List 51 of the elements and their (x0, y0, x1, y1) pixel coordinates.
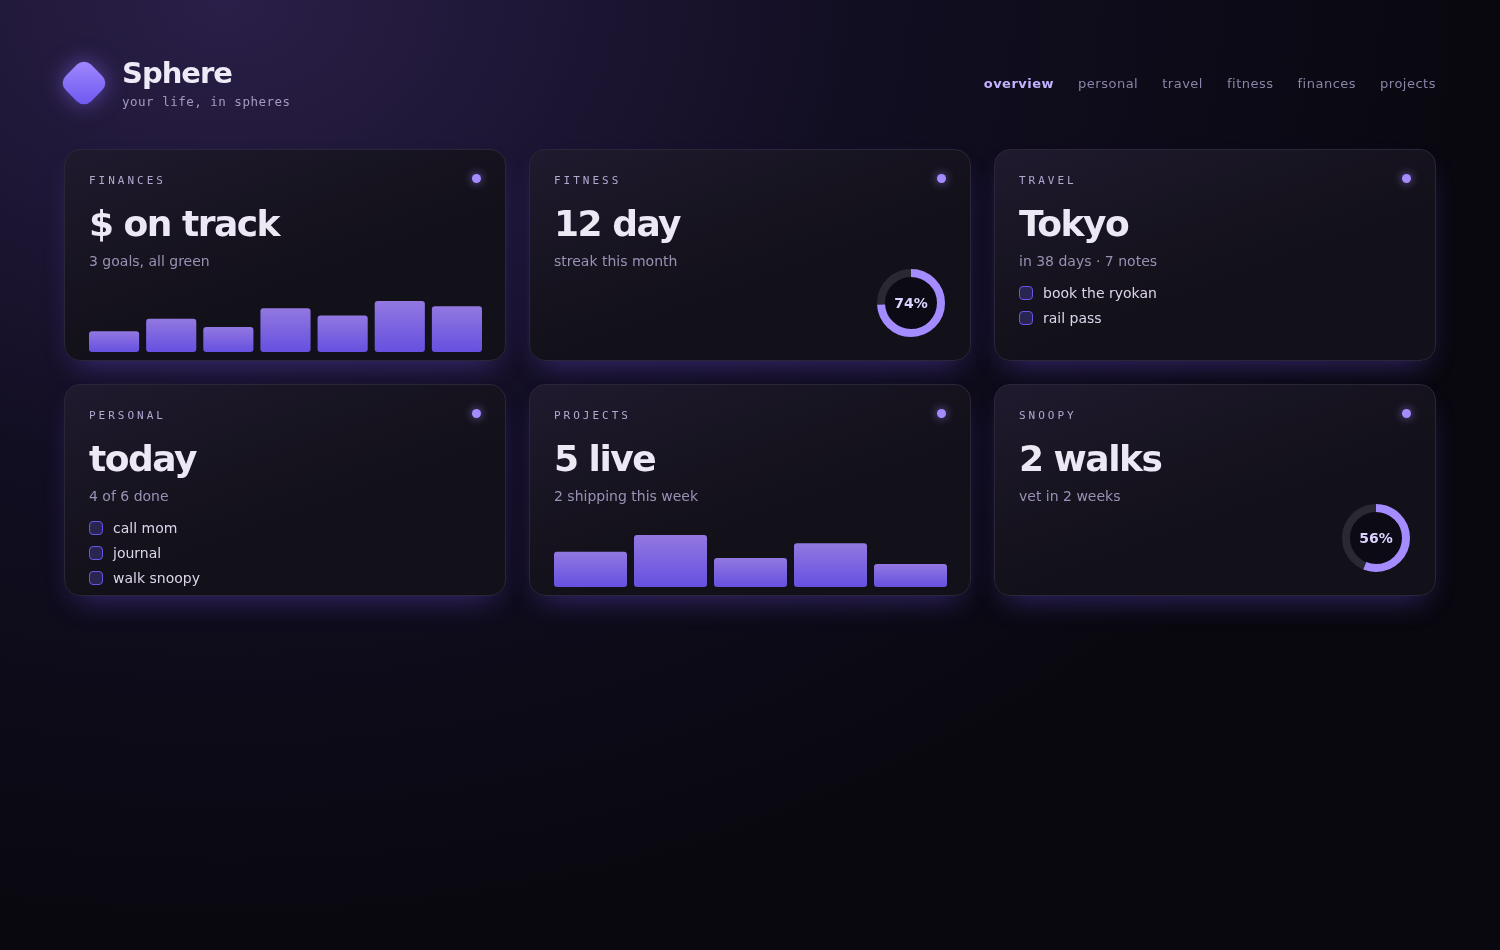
card-headline: 5 live (554, 437, 657, 481)
chart-bar (317, 315, 368, 352)
card-label: PERSONAL (89, 409, 166, 422)
status-dot (472, 174, 481, 183)
chart-bar (374, 301, 425, 352)
checkbox[interactable] (89, 571, 103, 585)
card-headline: Tokyo (1019, 202, 1130, 246)
checkbox[interactable] (1019, 286, 1033, 300)
chart-bar (89, 331, 140, 352)
brand-name: Sphere (122, 56, 233, 90)
card-subtitle: 4 of 6 done (89, 488, 170, 504)
card-subtitle: in 38 days · 7 notes (1019, 253, 1159, 269)
card-label: TRAVEL (1019, 174, 1077, 187)
card-headline: today (89, 437, 198, 481)
chart-bar (203, 327, 254, 352)
card-headline: 12 day (554, 202, 682, 246)
chart-bar (146, 318, 197, 352)
card-headline: $ on track (89, 202, 282, 246)
status-dot (1402, 409, 1411, 418)
percent-reading: 56% (1358, 529, 1394, 548)
nav-tab[interactable]: finances (1297, 76, 1357, 91)
task-label: book the ryokan (1043, 285, 1157, 301)
card-label: PROJECTS (554, 409, 631, 422)
card-label: FINANCES (89, 174, 166, 187)
checkbox[interactable] (1019, 311, 1033, 325)
card-label: FITNESS (554, 174, 622, 187)
nav-tab[interactable]: personal (1078, 76, 1139, 91)
card-subtitle: streak this month (554, 253, 679, 269)
status-dot (937, 174, 946, 183)
card-subtitle: 3 goals, all green (89, 253, 211, 269)
card-label: SNOOPY (1019, 409, 1077, 422)
card-subtitle: vet in 2 weeks (1019, 488, 1122, 504)
status-dot (1402, 174, 1411, 183)
task-label: walk snoopy (113, 570, 200, 586)
percent-reading: 74% (893, 294, 929, 313)
card-subtitle: 2 shipping this week (554, 488, 700, 504)
task-label: rail pass (1043, 310, 1102, 326)
task-label: journal (113, 545, 162, 561)
card-headline: 2 walks (1019, 437, 1163, 481)
status-dot (937, 409, 946, 418)
brand-tagline: your life, in spheres (122, 94, 291, 109)
checkbox[interactable] (89, 546, 103, 560)
nav-tab[interactable]: projects (1380, 76, 1436, 91)
status-dot (472, 409, 481, 418)
nav-tab[interactable]: travel (1162, 76, 1203, 91)
chart-bar (260, 308, 311, 352)
nav-tab[interactable]: fitness (1226, 76, 1274, 91)
chart-bar (431, 306, 482, 352)
nav-tab[interactable]: overview (983, 76, 1055, 91)
checkbox[interactable] (89, 521, 103, 535)
task-label: call mom (113, 520, 178, 536)
